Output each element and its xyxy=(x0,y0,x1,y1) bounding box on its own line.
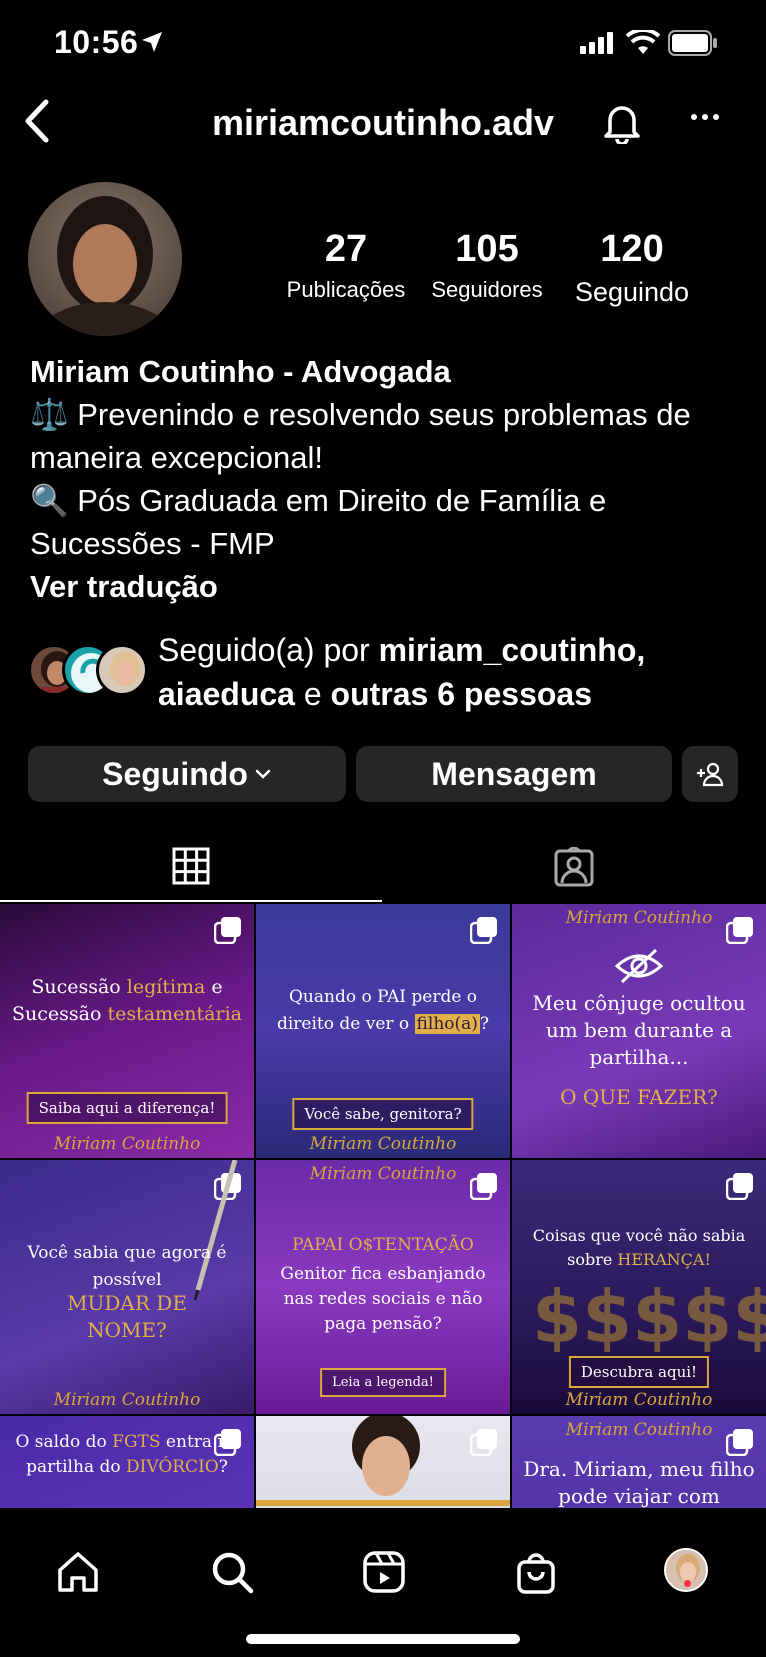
tab-tagged[interactable] xyxy=(382,832,766,902)
carousel-icon xyxy=(726,916,754,944)
profile-display-name: Miriam Coutinho - Advogada xyxy=(30,354,451,389)
post-2-signature: Miriam Coutinho xyxy=(309,1134,457,1154)
notification-bell-icon[interactable] xyxy=(602,102,642,144)
post-tile-9[interactable]: Miriam Coutinho Dra. Miriam, meu filho p… xyxy=(512,1416,766,1508)
post-1-signature: Miriam Coutinho xyxy=(53,1134,201,1154)
posts-label: Publicações xyxy=(286,277,406,302)
message-button[interactable]: Mensagem xyxy=(356,746,672,802)
post-tile-2[interactable]: Quando o PAI perde o direito de ver o fi… xyxy=(256,904,510,1158)
carousel-icon xyxy=(470,916,498,944)
followed-by-text[interactable]: Seguido(a) por miriam_coutinho, aiaeduca… xyxy=(158,628,758,716)
chevron-down-icon xyxy=(255,769,271,779)
wifi-icon xyxy=(626,30,660,54)
following-button[interactable]: Seguindo xyxy=(28,746,346,802)
post-5-headline: PAPAI O$TENTAÇÃO xyxy=(292,1235,474,1255)
mutual-user-2: aiaeduca xyxy=(158,676,295,712)
carousel-icon xyxy=(470,1172,498,1200)
carousel-icon xyxy=(726,1428,754,1456)
mutual-followers-avatars[interactable] xyxy=(28,644,148,700)
location-arrow-icon xyxy=(142,32,162,52)
post-tile-7[interactable]: O saldo do FGTS entra na partilha do DIV… xyxy=(0,1416,254,1508)
post-tile-6[interactable]: Coisas que você não sabia sobre HERANÇA!… xyxy=(512,1160,766,1414)
post-4-headline: MUDAR DE NOME? xyxy=(67,1291,187,1342)
shop-bag-icon[interactable] xyxy=(514,1550,558,1594)
post-8-divider xyxy=(256,1500,510,1506)
post-4-caption: Você sabia que agora é possível xyxy=(27,1243,227,1290)
profile-avatar[interactable] xyxy=(28,182,182,336)
post-5-caption: Genitor fica esbanjando nas redes sociai… xyxy=(280,1264,486,1334)
posts-count: 27 xyxy=(324,228,368,270)
home-icon[interactable] xyxy=(56,1550,100,1594)
stat-following[interactable]: 120 Seguindo xyxy=(560,228,704,308)
post-4-signature: Miriam Coutinho xyxy=(53,1390,201,1410)
post-6-caption: Coisas que você não sabia sobre HERANÇA! xyxy=(532,1226,746,1269)
post-3-headline: O QUE FAZER? xyxy=(560,1085,718,1109)
carousel-icon xyxy=(726,1172,754,1200)
post-tile-5[interactable]: Miriam Coutinho PAPAI O$TENTAÇÃO Genitor… xyxy=(256,1160,510,1414)
post-tile-4[interactable]: Você sabia que agora é possível MUDAR DE… xyxy=(0,1160,254,1414)
carousel-icon xyxy=(470,1428,498,1456)
followers-count: 105 xyxy=(455,228,519,270)
following-count: 120 xyxy=(600,228,664,270)
post-1-caption: Sucessão legítima e Sucessão testamentár… xyxy=(12,976,242,1025)
profile-notification-dot xyxy=(684,1580,691,1587)
post-tile-1[interactable]: Sucessão legítima e Sucessão testamentár… xyxy=(0,904,254,1158)
see-translation-link[interactable]: Ver tradução xyxy=(30,565,750,608)
tagged-person-icon xyxy=(554,847,594,887)
followers-label: Seguidores xyxy=(431,277,543,302)
home-indicator xyxy=(246,1634,520,1644)
suggest-people-button[interactable] xyxy=(682,746,738,802)
bio-line-2: 🔍 Pós Graduada em Direito de Família e S… xyxy=(30,483,607,561)
svg-text:$$$$$: $$$$$ xyxy=(532,1275,766,1352)
cellular-signal-icon xyxy=(580,32,613,54)
following-label: Seguindo xyxy=(574,277,690,307)
post-tile-3[interactable]: Miriam Coutinho Meu cônjuge ocultou um b… xyxy=(512,904,766,1158)
post-3-caption: Meu cônjuge ocultou um bem durante a par… xyxy=(532,991,746,1069)
post-7-caption: O saldo do FGTS entra na partilha do DIV… xyxy=(15,1432,239,1477)
carousel-icon xyxy=(214,916,242,944)
post-2-caption: Quando o PAI perde o direito de ver o fi… xyxy=(276,987,490,1034)
mutual-others: outras 6 pessoas xyxy=(330,676,592,712)
mutual-avatar-3 xyxy=(96,644,148,696)
post-6-button: Descubra aqui! xyxy=(568,1356,710,1388)
post-2-button: Você sabe, genitora? xyxy=(292,1098,474,1130)
bio-line-1: ⚖️ Prevenindo e resolvendo seus problema… xyxy=(30,397,691,475)
profile-bio: Miriam Coutinho - Advogada ⚖️ Prevenindo… xyxy=(30,350,750,608)
status-time: 10:56 xyxy=(54,24,139,60)
battery-icon xyxy=(668,30,717,56)
message-button-label: Mensagem xyxy=(431,755,597,792)
stat-followers[interactable]: 105 Seguidores xyxy=(420,228,554,303)
eye-slash-icon xyxy=(614,948,664,984)
more-options-icon[interactable] xyxy=(690,112,720,122)
search-icon[interactable] xyxy=(210,1550,254,1594)
woman-photo xyxy=(352,1416,420,1496)
reels-icon[interactable] xyxy=(362,1550,406,1594)
stat-posts: 27 Publicações xyxy=(276,228,416,303)
profile-username: miriamcoutinho.adv xyxy=(211,102,555,143)
dollar-signs-icon: $$$$$ xyxy=(532,1275,766,1352)
following-button-label: Seguindo xyxy=(102,755,248,792)
post-1-button: Saiba aqui a diferença! xyxy=(26,1092,228,1124)
posts-grid: Sucessão legítima e Sucessão testamentár… xyxy=(0,904,766,1508)
tab-posts-grid[interactable] xyxy=(0,832,382,902)
mutual-user-1: miriam_coutinho, xyxy=(378,632,646,668)
post-tile-8[interactable] xyxy=(256,1416,510,1508)
post-5-button: Leia a legenda! xyxy=(320,1368,446,1397)
post-9-caption: Dra. Miriam, meu filho pode viajar com xyxy=(523,1457,755,1508)
post-6-signature: Miriam Coutinho xyxy=(565,1390,713,1410)
status-bar: 10:56 xyxy=(0,0,766,90)
add-person-icon xyxy=(697,762,724,787)
grid-icon xyxy=(172,847,210,885)
